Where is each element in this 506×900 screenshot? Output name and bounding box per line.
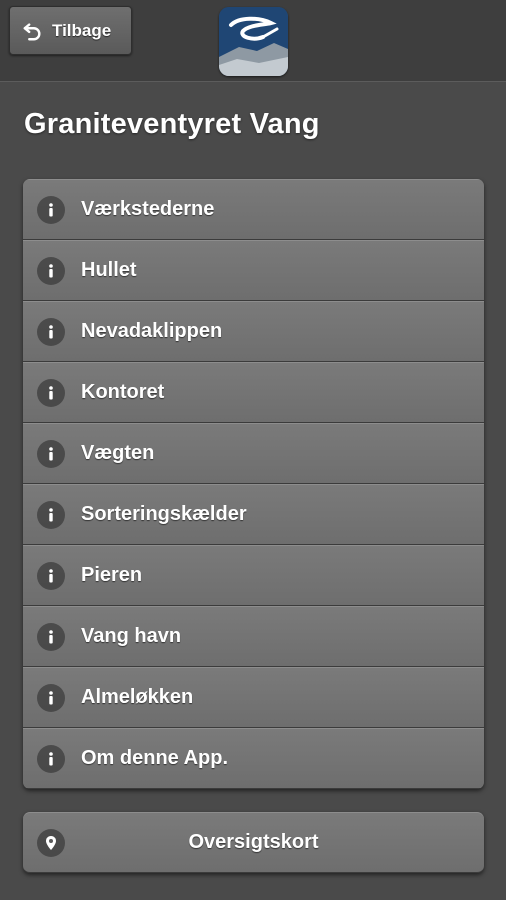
menu-item-om-denne-app[interactable]: Om denne App.	[23, 728, 484, 789]
app-logo	[219, 7, 288, 76]
info-icon	[37, 561, 65, 590]
menu-item-hullet[interactable]: Hullet	[23, 240, 484, 301]
info-icon	[37, 683, 65, 712]
menu-item-label: Vang havn	[81, 625, 182, 647]
menu-item-label: Kontoret	[81, 381, 165, 403]
back-button-label: Tilbage	[52, 20, 112, 40]
menu-item-almeloekken[interactable]: Almeløkken	[23, 667, 484, 728]
header-bar: Tilbage	[0, 0, 506, 82]
back-button[interactable]: Tilbage	[9, 6, 132, 55]
page-title: Graniteventyret Vang	[24, 108, 320, 140]
info-icon	[37, 439, 65, 468]
menu-item-vang-havn[interactable]: Vang havn	[23, 606, 484, 667]
menu-item-pieren[interactable]: Pieren	[23, 545, 484, 606]
menu-item-label: Hullet	[81, 259, 137, 281]
menu-list: Værkstederne Hullet Nevadaklippen Kontor…	[23, 179, 484, 789]
menu-item-nevadaklippen[interactable]: Nevadaklippen	[23, 301, 484, 362]
menu-item-label: Pieren	[81, 564, 143, 586]
menu-item-label: Om denne App.	[81, 747, 229, 769]
menu-item-sorteringskaelder[interactable]: Sorteringskælder	[23, 484, 484, 545]
overview-map-label: Oversigtskort	[188, 831, 319, 853]
back-arrow-icon	[20, 19, 44, 43]
menu-item-label: Sorteringskælder	[81, 503, 247, 525]
menu-item-kontoret[interactable]: Kontoret	[23, 362, 484, 423]
overview-map-button[interactable]: Oversigtskort	[23, 812, 484, 873]
info-icon	[37, 500, 65, 529]
location-pin-icon	[37, 829, 65, 857]
info-icon	[37, 317, 65, 346]
info-icon	[37, 378, 65, 407]
info-icon	[37, 622, 65, 651]
info-icon	[37, 744, 65, 773]
info-icon	[37, 256, 65, 285]
menu-item-label: Værkstederne	[81, 198, 215, 220]
info-icon	[37, 195, 65, 224]
menu-item-vaegten[interactable]: Vægten	[23, 423, 484, 484]
menu-item-vaerkstederne[interactable]: Værkstederne	[23, 179, 484, 240]
menu-item-label: Vægten	[81, 442, 155, 464]
menu-item-label: Nevadaklippen	[81, 320, 223, 342]
menu-item-label: Almeløkken	[81, 686, 194, 708]
